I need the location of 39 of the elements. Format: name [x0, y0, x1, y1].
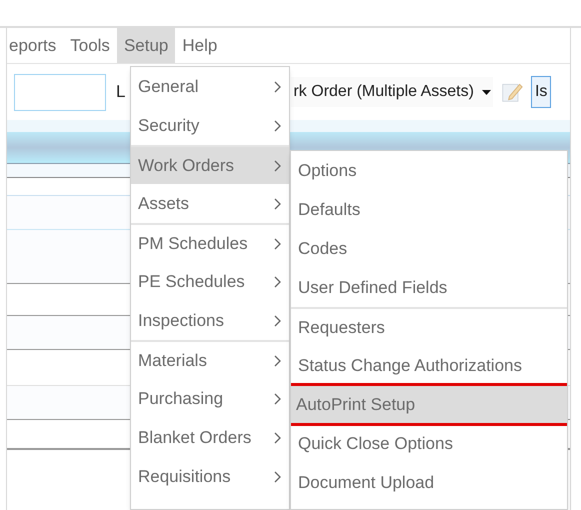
chevron-right-icon	[274, 80, 282, 92]
menu-item[interactable]: Quick Close Options	[291, 424, 567, 463]
menu-item[interactable]: Setup	[116, 28, 176, 63]
chevron-right-icon	[274, 276, 282, 288]
menu-item[interactable]: Tools	[63, 28, 117, 63]
field-label: L	[116, 81, 126, 104]
chevron-right-icon	[274, 238, 282, 250]
menu-item[interactable]: Assets	[131, 184, 289, 223]
menu-item[interactable]: Purchasing	[131, 379, 289, 418]
menu-item[interactable]: Help	[175, 28, 224, 63]
menu-item[interactable]: Status Change Authorizations	[291, 346, 567, 385]
input-field[interactable]	[14, 74, 106, 110]
menu-item[interactable]: PE Schedules	[131, 262, 289, 301]
menu-item[interactable]: Requisitions	[131, 457, 289, 496]
menu-item[interactable]: Security	[131, 106, 289, 145]
chevron-right-icon	[274, 470, 282, 482]
menu-item[interactable]: Defaults	[291, 190, 567, 229]
menu-item[interactable]: Inspections	[131, 301, 289, 340]
menu-item[interactable]: Options	[291, 151, 567, 190]
menu-item[interactable]: General	[131, 67, 289, 106]
chevron-right-icon	[274, 354, 282, 366]
menu-item[interactable]: Codes	[291, 229, 567, 268]
menu-item[interactable]: Blanket Orders	[131, 418, 289, 457]
menu-item[interactable]: eports	[2, 28, 64, 63]
chevron-right-icon	[274, 314, 282, 326]
menu-item[interactable]: Work Orders	[131, 145, 289, 184]
menu-item[interactable]: Requesters	[291, 307, 567, 346]
dropdown[interactable]: rk Order (Multiple Assets)	[291, 77, 493, 107]
menu-item[interactable]: Document Upload	[291, 463, 567, 502]
edit-icon[interactable]	[500, 81, 523, 103]
menu-item[interactable]: User Defined Fields	[291, 268, 567, 307]
chevron-right-icon	[274, 392, 282, 404]
chevron-right-icon	[274, 160, 282, 172]
chevron-right-icon	[274, 432, 282, 444]
menu-item[interactable]: AutoPrint Setup	[291, 385, 567, 424]
caret-icon	[482, 90, 491, 94]
chevron-right-icon	[274, 120, 282, 132]
chevron-right-icon	[274, 198, 282, 210]
input-field[interactable]: Is	[530, 76, 551, 108]
